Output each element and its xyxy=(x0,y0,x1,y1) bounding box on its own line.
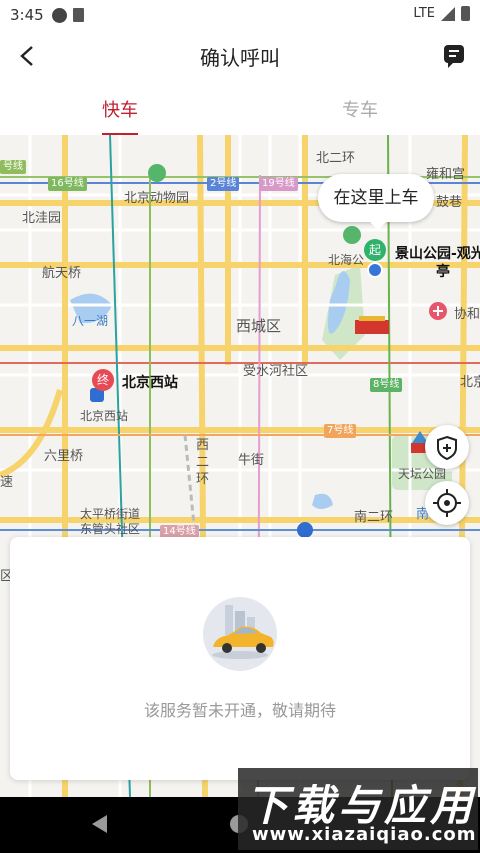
subway-badge: 8号线 xyxy=(370,378,403,392)
message-button[interactable] xyxy=(444,45,464,68)
subway-badge: 16号线 xyxy=(48,177,87,191)
triangle-back-icon[interactable] xyxy=(92,815,107,833)
map-label: 八一湖 xyxy=(72,314,109,328)
service-unavailable-text: 该服务暂未开通，敬请期待 xyxy=(143,701,336,720)
map-label: 速 xyxy=(0,475,14,490)
car-type-tabs: 快车 专车 xyxy=(0,82,480,136)
signal-icon xyxy=(441,6,455,21)
crosshair-icon xyxy=(433,489,461,517)
map-label: 东管头社区 xyxy=(80,522,141,536)
map-label: 协和 xyxy=(454,307,480,322)
map-label: 南二环 xyxy=(354,510,394,525)
safety-button[interactable] xyxy=(425,425,469,469)
map-label: 北京 xyxy=(460,375,480,390)
sd-card-icon xyxy=(72,8,84,22)
map-label: 环 xyxy=(196,472,210,487)
map-label: 鼓巷 xyxy=(436,195,463,210)
status-time: 3:45 xyxy=(10,6,44,24)
locate-button[interactable] xyxy=(425,481,469,525)
tab-premium-car[interactable]: 专车 xyxy=(342,96,378,122)
map-label-jingshan: 景山公园-观光 xyxy=(395,246,480,262)
car-illustration xyxy=(203,597,277,671)
map-label: 航天桥 xyxy=(42,266,82,281)
map-label: 北京西站 xyxy=(80,409,129,423)
network-type: LTE xyxy=(413,6,435,21)
map-label-jingshan-2: 亭 xyxy=(436,264,450,280)
tab-fast-car[interactable]: 快车 xyxy=(102,96,138,136)
end-pin: 终 xyxy=(92,369,114,391)
map-label-district: 西城区 xyxy=(236,317,282,335)
service-panel: 该服务暂未开通，敬请期待 xyxy=(10,537,470,780)
app-notification-icon xyxy=(51,7,67,23)
subway-badge: 7号线 xyxy=(324,424,357,438)
map-label-beijingxi: 北京西站 xyxy=(122,375,178,391)
current-location-dot xyxy=(367,262,383,278)
subway-badge: 19号线 xyxy=(259,177,298,191)
status-bar: 3:45 LTE xyxy=(0,0,480,30)
map-label: 北洼园 xyxy=(22,211,62,226)
map-label: 北京动物园 xyxy=(124,191,190,206)
start-pin: 起 xyxy=(364,239,386,261)
subway-badge: 2号线 xyxy=(207,177,240,191)
subway-badge: 号线 xyxy=(0,160,26,174)
map-label: 受水河社区 xyxy=(243,364,309,379)
map-label: 六里桥 xyxy=(44,449,84,464)
watermark: 下载与应用 www.xiazaiqiao.com xyxy=(238,768,478,850)
title-bar: 确认呼叫 xyxy=(0,30,480,82)
map-label: 雍和宫 xyxy=(426,167,466,182)
map-label: 北海公 xyxy=(328,253,365,267)
map-label: 北二环 xyxy=(316,151,356,166)
status-right: LTE xyxy=(413,6,470,21)
shield-plus-icon xyxy=(437,435,457,461)
watermark-url: www.xiazaiqiao.com xyxy=(252,824,477,845)
battery-icon xyxy=(461,6,470,21)
page-title: 确认呼叫 xyxy=(200,46,280,70)
map-label: 牛街 xyxy=(238,453,265,468)
pickup-bubble[interactable]: 在这里上车 xyxy=(318,174,434,230)
